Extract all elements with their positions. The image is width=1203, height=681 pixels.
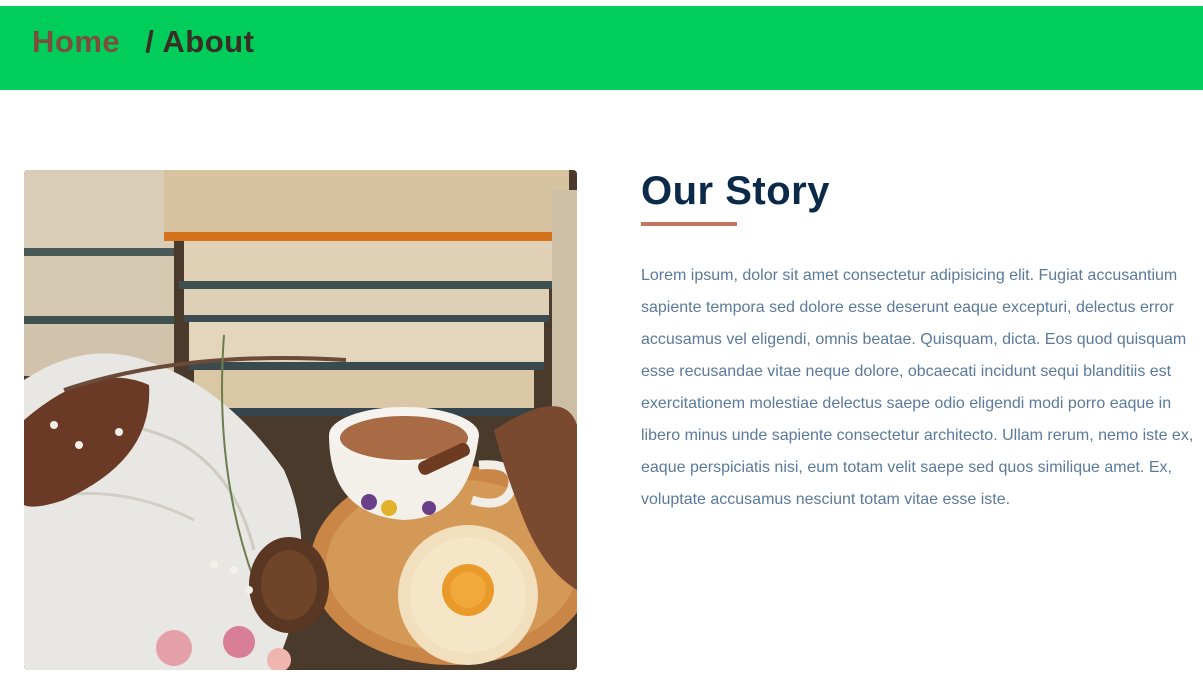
heading-underline xyxy=(641,222,737,226)
story-body-text: Lorem ipsum, dolor sit amet consectetur … xyxy=(641,267,1194,508)
breadcrumb-current: About xyxy=(162,24,255,59)
breadcrumb-separator: / xyxy=(145,24,155,59)
page-banner: Home / About xyxy=(0,6,1203,90)
our-story-section: Our Story Lorem ipsum, dolor sit amet co… xyxy=(641,168,1197,516)
story-heading: Our Story xyxy=(641,169,830,213)
story-photo xyxy=(24,170,577,670)
breadcrumb-home-link[interactable]: Home xyxy=(32,24,120,59)
breadcrumb: Home / About xyxy=(32,24,254,60)
